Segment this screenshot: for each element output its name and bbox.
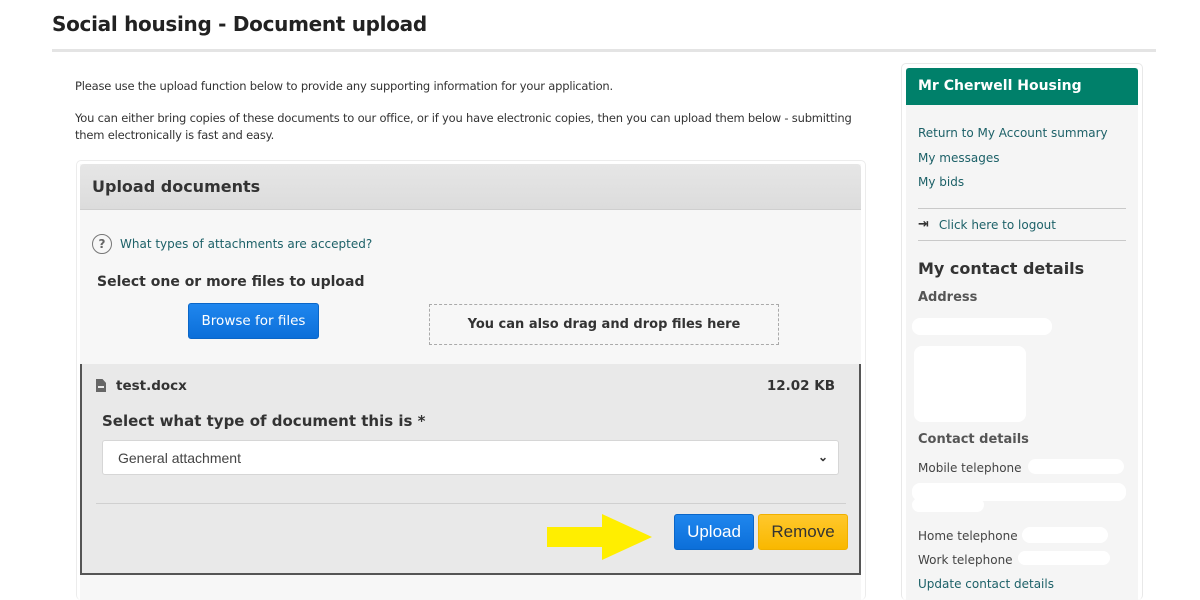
- question-circle-icon: ?: [92, 234, 112, 254]
- return-account-summary-link[interactable]: Return to My Account summary: [918, 126, 1108, 140]
- document-type-label: Select what type of document this is *: [102, 412, 426, 430]
- upload-panel-header: Upload documents: [80, 164, 861, 210]
- address-label: Address: [918, 290, 978, 305]
- select-files-label: Select one or more files to upload: [97, 274, 365, 290]
- attachments-help[interactable]: ? What types of attachments are accepted…: [92, 234, 372, 254]
- redacted-address-block: [914, 346, 1026, 422]
- contact-details-label: Contact details: [918, 432, 1029, 447]
- drop-zone-text: You can also drag and drop files here: [467, 317, 741, 332]
- redacted-work-number: [1018, 551, 1110, 565]
- mobile-telephone-label: Mobile telephone: [918, 461, 1022, 475]
- my-bids-link[interactable]: My bids: [918, 175, 964, 189]
- intro-paragraph-2: You can either bring copies of these doc…: [75, 111, 852, 142]
- upload-panel: Upload documents ? What types of attachm…: [80, 164, 861, 600]
- intro-paragraph-1: Please use the upload function below to …: [75, 79, 613, 93]
- page-title: Social housing - Document upload: [52, 12, 427, 36]
- attachment-types-link[interactable]: What types of attachments are accepted?: [120, 237, 372, 251]
- redacted-address-line: [912, 318, 1052, 335]
- sidebar-header: Mr Cherwell Housing: [906, 68, 1138, 105]
- sidebar-divider: [918, 240, 1126, 241]
- yellow-arrow-annotation-icon: [547, 514, 652, 560]
- account-sidebar: Mr Cherwell Housing Return to My Account…: [906, 68, 1138, 600]
- work-telephone-label: Work telephone: [918, 553, 1013, 567]
- file-size: 12.02 KB: [766, 378, 835, 394]
- contact-details-heading: My contact details: [918, 259, 1085, 278]
- document-type-select[interactable]: General attachment ⌄: [102, 440, 839, 475]
- home-telephone-label: Home telephone: [918, 529, 1018, 543]
- title-divider: [52, 49, 1156, 52]
- file-icon: [96, 379, 106, 392]
- redacted-contact-line: [912, 498, 984, 512]
- redacted-home-number: [1022, 527, 1108, 543]
- file-name: test.docx: [116, 378, 187, 394]
- document-type-selected-value: General attachment: [118, 449, 241, 466]
- logout-row[interactable]: ⇥ Click here to logout: [918, 217, 1056, 232]
- file-actions-divider: [96, 503, 846, 504]
- account-holder-name: Mr Cherwell Housing: [918, 78, 1082, 94]
- upload-button[interactable]: Upload: [674, 514, 754, 550]
- chevron-down-icon: ⌄: [817, 450, 828, 464]
- logout-link[interactable]: Click here to logout: [939, 218, 1056, 232]
- sign-out-icon: ⇥: [918, 217, 929, 232]
- update-contact-details-link[interactable]: Update contact details: [918, 577, 1054, 591]
- drag-drop-zone[interactable]: You can also drag and drop files here: [429, 304, 779, 345]
- redacted-mobile-number: [1028, 459, 1124, 474]
- uploaded-file-item: test.docx 12.02 KB Select what type of d…: [80, 364, 861, 575]
- upload-panel-title: Upload documents: [92, 177, 261, 196]
- sidebar-divider: [918, 208, 1126, 209]
- browse-for-files-button[interactable]: Browse for files: [188, 303, 319, 339]
- my-messages-link[interactable]: My messages: [918, 151, 999, 165]
- remove-button[interactable]: Remove: [758, 514, 848, 550]
